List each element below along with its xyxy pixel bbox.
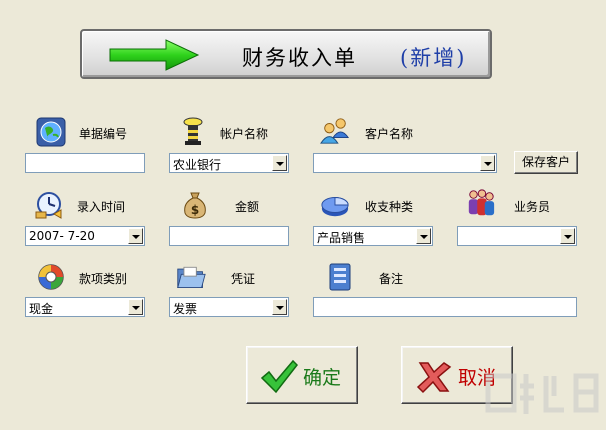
salesperson-select[interactable] bbox=[457, 226, 577, 246]
lighthouse-icon bbox=[183, 117, 203, 145]
voucher-select-value: 发票 bbox=[173, 302, 198, 316]
watermark-logo bbox=[485, 373, 599, 414]
customer-label: 客户名称 bbox=[365, 127, 414, 141]
checkmark-icon bbox=[260, 359, 298, 394]
account-select-value: 农业银行 bbox=[173, 158, 222, 172]
svg-text:$: $ bbox=[191, 203, 199, 217]
payment-type-value: 现金 bbox=[29, 302, 54, 316]
remark-input[interactable] bbox=[313, 297, 577, 317]
payment-type-select[interactable]: 现金 bbox=[25, 297, 145, 317]
customer-select[interactable] bbox=[313, 153, 497, 173]
entry-time-picker[interactable]: 2007- 7-20 bbox=[25, 226, 145, 246]
entry-time-label: 录入时间 bbox=[77, 200, 126, 214]
customer-icon bbox=[320, 118, 350, 144]
voucher-select[interactable]: 发票 bbox=[169, 297, 289, 317]
entry-time-value: 2007- 7-20 bbox=[29, 229, 95, 243]
category-wheel-icon bbox=[38, 264, 64, 290]
payment-type-label: 款项类别 bbox=[79, 272, 128, 286]
chevron-down-icon[interactable] bbox=[416, 228, 431, 244]
pie-chart-icon bbox=[321, 197, 349, 217]
voucher-label: 凭证 bbox=[231, 272, 256, 286]
chevron-down-icon[interactable] bbox=[128, 299, 143, 315]
green-arrow-icon bbox=[109, 39, 200, 71]
form-mode: (新增) bbox=[400, 46, 467, 70]
folder-icon bbox=[177, 266, 206, 289]
amount-input[interactable] bbox=[169, 226, 289, 246]
confirm-button-label: 确定 bbox=[303, 367, 342, 389]
category-select-value: 产品销售 bbox=[317, 231, 366, 245]
account-select[interactable]: 农业银行 bbox=[169, 153, 289, 173]
confirm-button[interactable]: 确定 bbox=[246, 346, 358, 404]
notes-icon bbox=[329, 263, 351, 291]
form-title: 财务收入单 bbox=[242, 46, 357, 70]
account-label: 帐户名称 bbox=[220, 127, 269, 141]
chevron-down-icon[interactable] bbox=[560, 228, 575, 244]
category-select[interactable]: 产品销售 bbox=[313, 226, 433, 246]
chevron-down-icon[interactable] bbox=[128, 228, 143, 244]
remark-label: 备注 bbox=[379, 272, 404, 286]
amount-label: 金额 bbox=[235, 200, 260, 214]
form-banner: 财务收入单 (新增) bbox=[80, 29, 492, 79]
chevron-down-icon[interactable] bbox=[480, 155, 495, 171]
chevron-down-icon[interactable] bbox=[272, 155, 287, 171]
chevron-down-icon[interactable] bbox=[272, 299, 287, 315]
cross-icon bbox=[416, 362, 452, 394]
save-customer-button[interactable]: 保存客户 bbox=[514, 151, 578, 174]
category-label: 收支种类 bbox=[365, 200, 414, 214]
salesperson-icon bbox=[468, 189, 495, 216]
doc-no-input[interactable] bbox=[25, 153, 145, 173]
globe-icon bbox=[36, 117, 66, 147]
clock-icon bbox=[35, 192, 62, 219]
money-bag-icon: $ bbox=[184, 192, 206, 219]
doc-no-label: 单据编号 bbox=[79, 127, 128, 141]
salesperson-label: 业务员 bbox=[514, 200, 551, 214]
